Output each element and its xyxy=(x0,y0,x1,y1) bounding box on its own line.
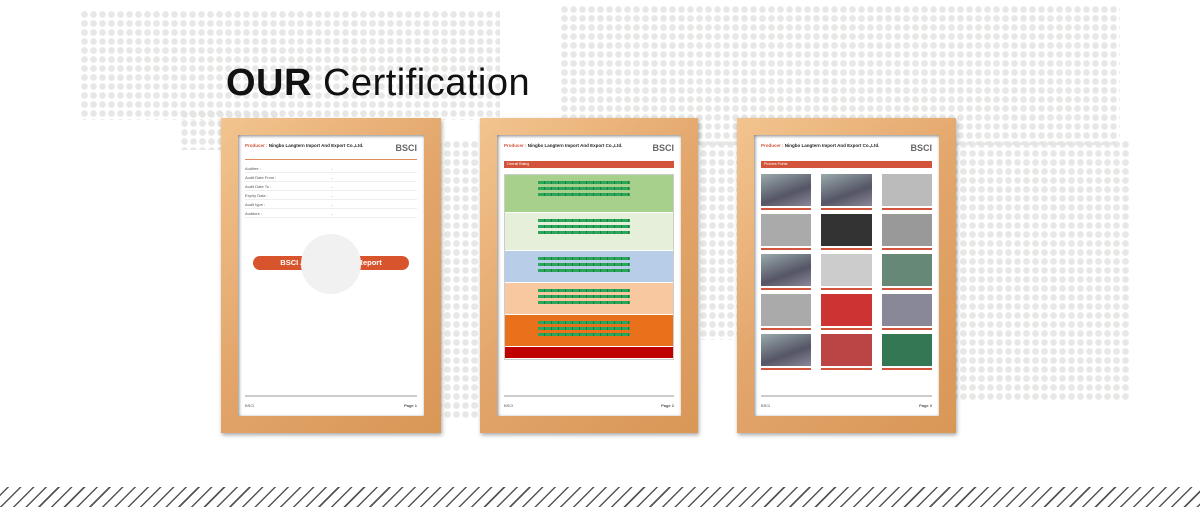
certificate-document: Producer : Ningbo Langtern Import And Ex… xyxy=(754,135,939,416)
factory-photo xyxy=(821,294,872,330)
factory-photo xyxy=(881,214,933,250)
factory-photo xyxy=(821,174,872,210)
factory-photo xyxy=(821,334,872,370)
page-title: OUR Certification xyxy=(226,62,531,104)
bsci-logo: BSCI xyxy=(395,143,417,153)
factory-photo xyxy=(761,254,812,290)
factory-photo xyxy=(821,214,872,250)
section-header: Pictures Points xyxy=(761,161,932,168)
factory-photo xyxy=(881,294,933,330)
factory-photo xyxy=(761,334,812,370)
factory-photo xyxy=(881,254,933,290)
rating-table xyxy=(504,174,674,360)
bsci-logo: BSCI xyxy=(652,143,674,153)
certificate-document: Producer : Ningbo Langtern Import And Ex… xyxy=(497,135,681,416)
factory-photo xyxy=(761,294,812,330)
hatched-divider xyxy=(0,487,1200,507)
factory-photo-grid xyxy=(761,174,933,370)
certificate-frame-3[interactable]: Producer : Ningbo Langtern Import And Ex… xyxy=(737,118,956,433)
bsci-logo: BSCI xyxy=(910,143,932,153)
factory-photo xyxy=(761,174,812,210)
factory-photo xyxy=(761,214,812,250)
report-illustration xyxy=(301,234,361,294)
certificate-frame-2[interactable]: Producer : Ningbo Langtern Import And Ex… xyxy=(480,118,698,433)
section-header: Overall Rating xyxy=(504,161,674,168)
factory-photo xyxy=(881,334,933,370)
factory-photo xyxy=(881,174,933,210)
certificate-document: Producer : Ningbo Langtern Import And Ex… xyxy=(238,135,424,416)
world-map-background xyxy=(950,140,1130,400)
certificate-frame-1[interactable]: Producer : Ningbo Langtern Import And Ex… xyxy=(221,118,441,433)
factory-photo xyxy=(821,254,872,290)
